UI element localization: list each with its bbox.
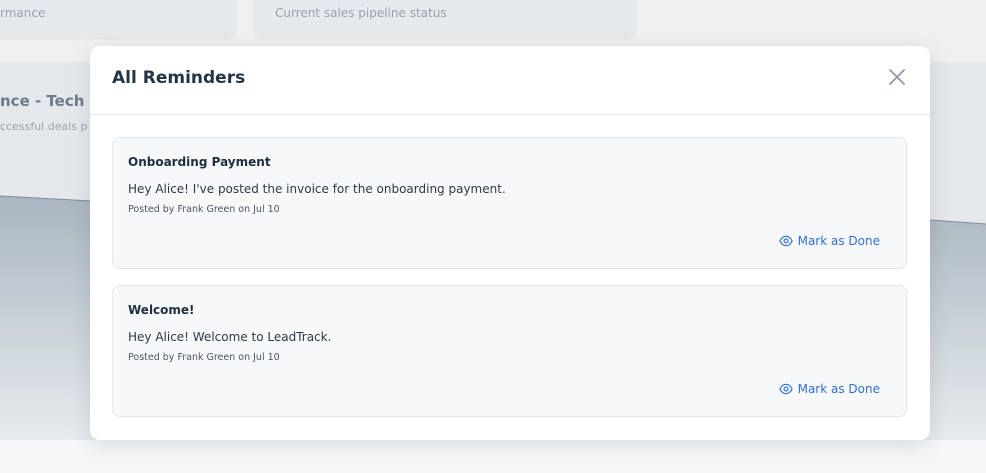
background-card-performance: rmance [0,0,236,38]
mark-as-done-label: Mark as Done [797,382,880,396]
background-card-subtitle: rmance [0,6,46,20]
reminder-title: Welcome! [128,303,195,317]
reminders-list: Onboarding Payment Hey Alice! I've poste… [112,137,907,433]
mark-as-done-button[interactable]: Mark as Done [778,382,880,396]
background-panel-description: ccessful deals p [0,120,88,133]
eye-icon [778,383,793,395]
reminder-message: Hey Alice! Welcome to LeadTrack. [128,330,332,344]
close-button[interactable] [888,68,906,86]
reminder-card: Welcome! Hey Alice! Welcome to LeadTrack… [112,285,907,417]
background-card-subtitle: Current sales pipeline status [275,6,447,20]
mark-as-done-label: Mark as Done [797,234,880,248]
reminder-card: Onboarding Payment Hey Alice! I've poste… [112,137,907,269]
background-footer-strip [0,440,986,473]
modal-header: All Reminders [90,46,930,115]
eye-icon [778,235,793,247]
modal-title: All Reminders [112,68,246,88]
close-icon [889,69,905,85]
reminder-message: Hey Alice! I've posted the invoice for t… [128,182,506,196]
reminder-meta: Posted by Frank Green on Jul 10 [128,352,280,363]
reminders-modal: All Reminders Onboarding Payment Hey Ali… [90,46,930,440]
reminder-title: Onboarding Payment [128,155,271,169]
mark-as-done-button[interactable]: Mark as Done [778,234,880,248]
background-card-pipeline: Current sales pipeline status [253,0,636,38]
reminder-meta: Posted by Frank Green on Jul 10 [128,204,280,215]
